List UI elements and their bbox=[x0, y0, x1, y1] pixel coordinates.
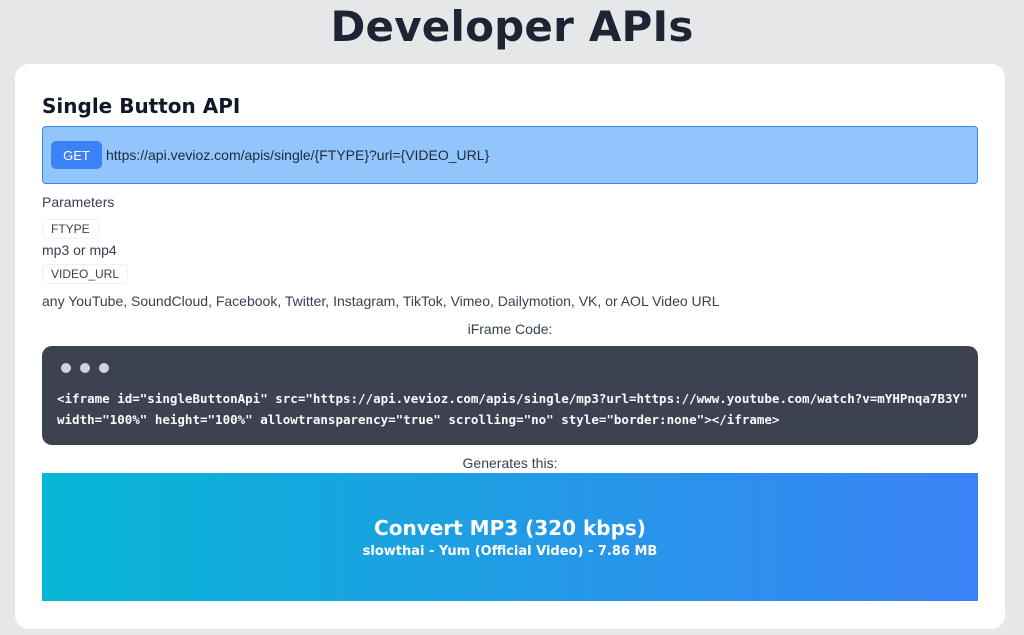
convert-button-title: Convert MP3 (320 kbps) bbox=[374, 515, 646, 540]
endpoint-bar: GET https://api.vevioz.com/apis/single/{… bbox=[42, 126, 978, 184]
convert-button-preview[interactable]: Convert MP3 (320 kbps) slowthai - Yum (O… bbox=[42, 473, 978, 601]
code-block[interactable]: <iframe id="singleButtonApi" src="https:… bbox=[42, 346, 978, 445]
api-card: Single Button API GET https://api.vevioz… bbox=[15, 64, 1005, 629]
convert-button-subtitle: slowthai - Yum (Official Video) - 7.86 M… bbox=[362, 543, 658, 559]
code-line-1: <iframe id="singleButtonApi" src="https:… bbox=[57, 391, 968, 406]
method-badge: GET bbox=[51, 141, 102, 169]
param-desc-ftype: mp3 or mp4 bbox=[42, 242, 117, 258]
section-title: Single Button API bbox=[42, 94, 241, 118]
iframe-code-label: iFrame Code: bbox=[467, 321, 553, 337]
endpoint-url[interactable]: https://api.vevioz.com/apis/single/{FTYP… bbox=[106, 147, 489, 163]
window-dots bbox=[61, 363, 109, 373]
generates-label: Generates this: bbox=[462, 455, 558, 471]
dot-icon bbox=[99, 363, 109, 373]
dot-icon bbox=[61, 363, 71, 373]
dot-icon bbox=[80, 363, 90, 373]
parameters-label: Parameters bbox=[42, 194, 115, 210]
param-tag-ftype: FTYPE bbox=[42, 219, 99, 239]
code-line-2: width="100%" height="100%" allowtranspar… bbox=[57, 412, 780, 427]
page-title: Developer APIs bbox=[330, 2, 694, 51]
param-tag-video-url: VIDEO_URL bbox=[42, 264, 129, 284]
param-desc-video-url: any YouTube, SoundCloud, Facebook, Twitt… bbox=[42, 293, 720, 309]
iframe-code[interactable]: <iframe id="singleButtonApi" src="https:… bbox=[57, 388, 972, 430]
